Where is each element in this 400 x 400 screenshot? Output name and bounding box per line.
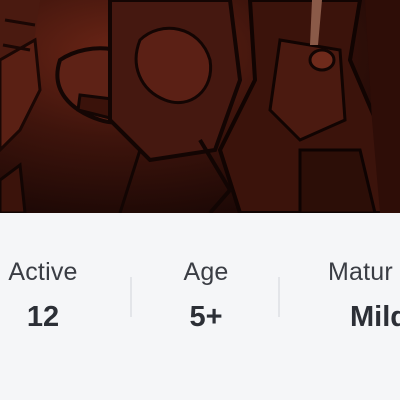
stat-value: 5+ <box>189 301 223 333</box>
stat-age-rating: Age 5+ <box>143 257 269 334</box>
stat-active-players: Active 12 <box>0 257 106 334</box>
stat-divider <box>278 277 280 317</box>
stat-maturity: Matur Mild <box>328 257 400 334</box>
stat-label: Matur <box>328 258 393 286</box>
stat-label: Active <box>8 258 78 286</box>
game-thumbnail-image <box>0 0 400 213</box>
game-stats-bar: Active 12 Age 5+ Matur Mild <box>0 213 400 400</box>
stat-value: Mild <box>350 301 400 333</box>
stat-value: 12 <box>26 301 60 333</box>
stat-label: Age <box>183 258 229 286</box>
thumbnail-artwork <box>0 0 400 213</box>
stat-divider <box>130 277 132 317</box>
